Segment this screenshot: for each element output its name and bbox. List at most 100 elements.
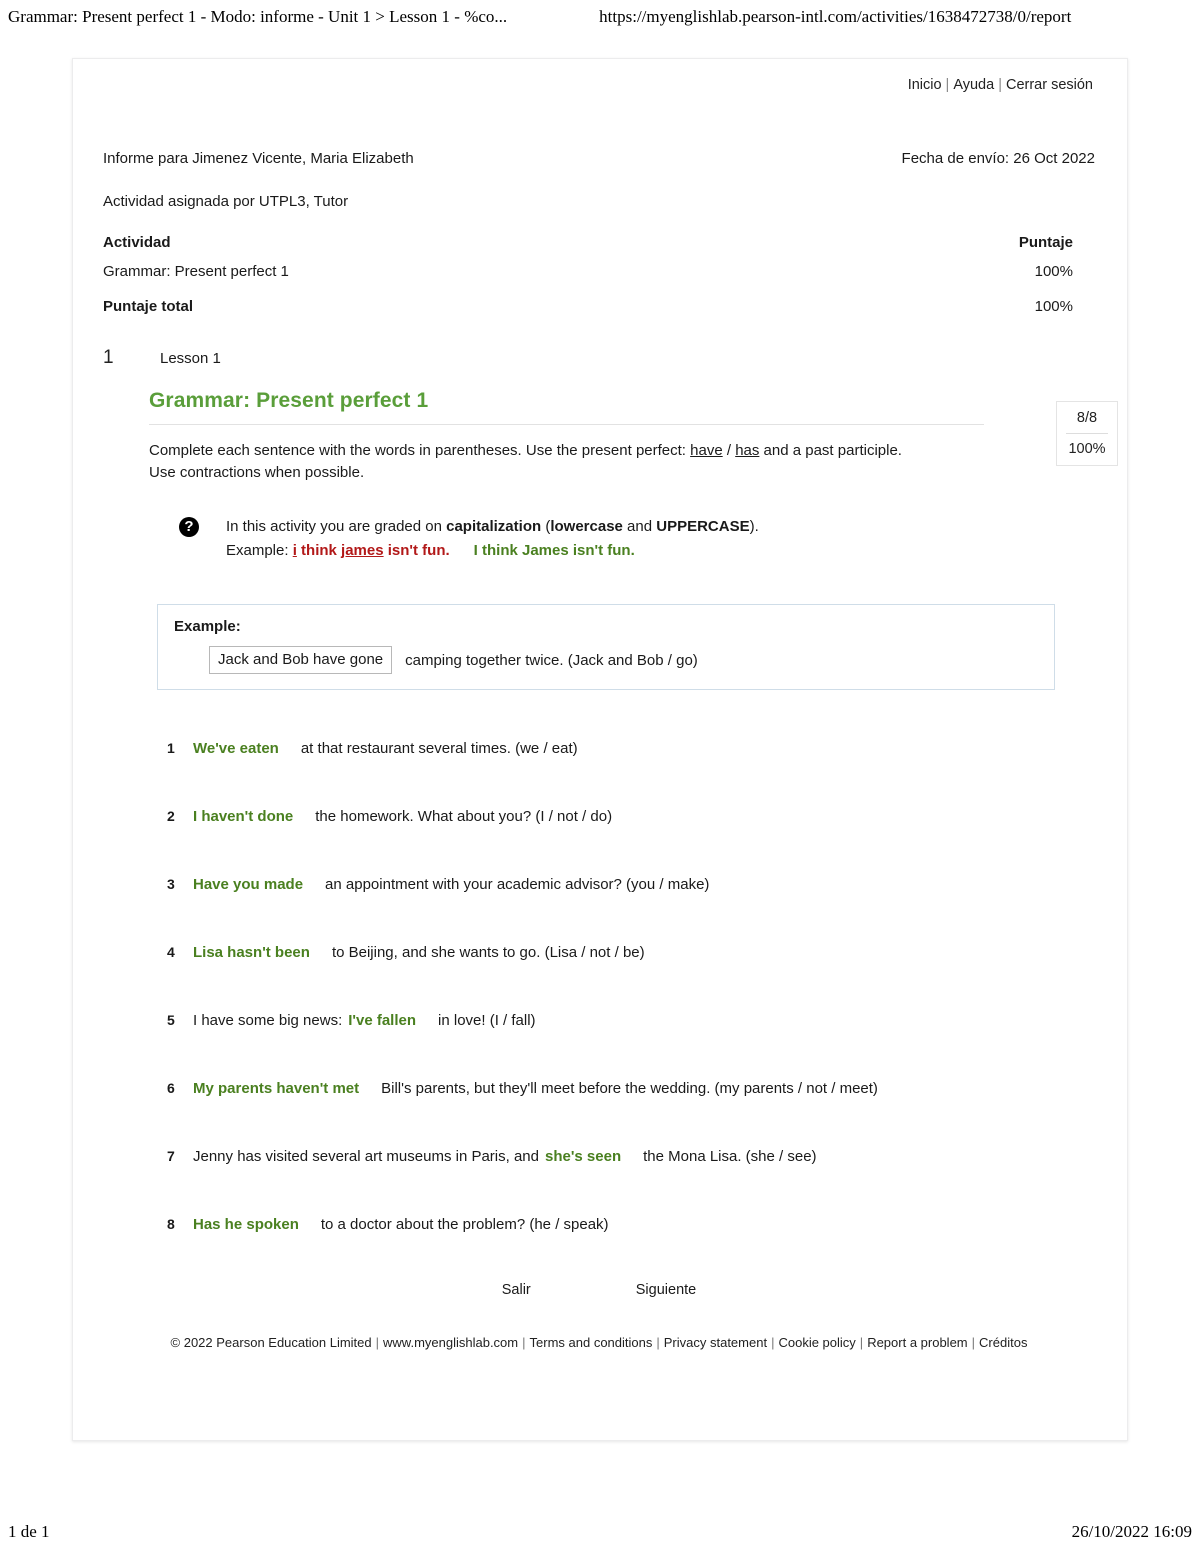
footer-link-website[interactable]: www.myenglishlab.com xyxy=(383,1335,518,1350)
nav-separator-2: | xyxy=(998,77,1002,93)
footer-link-privacy[interactable]: Privacy statement xyxy=(664,1335,767,1350)
total-score-label: Puntaje total xyxy=(103,297,194,315)
exit-button[interactable]: Salir xyxy=(502,1282,531,1298)
answer-item-2: 2 I haven't done the homework. What about… xyxy=(167,806,1095,827)
note-example-wrong: i think james isn't fun. xyxy=(293,542,450,559)
answer-item-answer: she's seen xyxy=(545,1148,622,1166)
answer-item-answer: We've eaten xyxy=(193,740,279,758)
report-content: Inicio | Ayuda | Cerrar sesión Informe para … xyxy=(73,59,1127,1353)
column-header-activity: Actividad xyxy=(103,233,171,251)
lesson-heading: 1 Lesson 1 xyxy=(103,347,1095,369)
score-table-header: Actividad Puntaje xyxy=(103,234,1095,251)
answer-item-number: 1 xyxy=(167,740,175,757)
answer-item-text: Have you made an appointment with your ac… xyxy=(193,874,1095,895)
answer-item-number: 5 xyxy=(167,1012,175,1029)
score-table-total-row: Puntaje total 100% xyxy=(103,298,1095,315)
activity-score-box: 8/8 100% xyxy=(1056,400,1118,466)
instructions-have: have xyxy=(690,441,723,459)
lesson-label: Lesson 1 xyxy=(160,349,221,367)
answer-item-suffix: to Beijing, and she wants to go. (Lisa /… xyxy=(331,944,645,962)
site-footer: © 2022 Pearson Education Limited | www.mye… xyxy=(103,1334,1095,1352)
print-footer-page: 1 de 1 xyxy=(8,1522,50,1541)
answer-item-number: 2 xyxy=(167,808,175,825)
next-button[interactable]: Siguiente xyxy=(636,1282,696,1298)
question-mark-icon: ? xyxy=(179,516,199,537)
note-wrong-rest: isn't fun. xyxy=(383,542,450,560)
footer-link-creditos[interactable]: Créditos xyxy=(979,1335,1027,1350)
report-assigned-row: Actividad asignada por UTPL3, Tutor xyxy=(103,190,1095,213)
note-example-label: Example: xyxy=(226,542,293,560)
answer-items-list: 1 We've eaten at that restaurant several … xyxy=(167,738,1095,1235)
top-navigation: Inicio | Ayuda | Cerrar sesión xyxy=(103,77,1095,94)
answer-item-number: 3 xyxy=(167,876,175,893)
nav-link-inicio[interactable]: Inicio xyxy=(908,77,942,93)
answer-item-number: 7 xyxy=(167,1148,175,1165)
footer-link-cookie[interactable]: Cookie policy xyxy=(778,1335,855,1350)
note-text-2: ( xyxy=(541,517,551,535)
report-submitted-date: Fecha de envío: 26 Oct 2022 xyxy=(901,150,1095,168)
answer-item-text: Lisa hasn't been to Beijing, and she want… xyxy=(193,942,1095,963)
note-text-1: In this activity you are graded on xyxy=(226,517,447,535)
footer-separator-3: | xyxy=(656,1335,660,1351)
footer-link-report-problem[interactable]: Report a problem xyxy=(867,1335,967,1350)
note-text-3: and xyxy=(622,517,657,535)
print-footer: 1 de 1 26/10/2022 16:09 xyxy=(0,1519,1200,1545)
footer-link-terms[interactable]: Terms and conditions xyxy=(530,1335,653,1350)
score-row-activity-name: Grammar: Present perfect 1 xyxy=(103,262,289,280)
note-line-1: In this activity you are graded on capit… xyxy=(226,515,759,539)
answer-item-number: 6 xyxy=(167,1080,175,1097)
answer-item-number: 8 xyxy=(167,1216,175,1233)
note-wrong-think: think xyxy=(296,542,342,560)
answer-item-6: 6 My parents haven't met Bill's parents, … xyxy=(167,1078,1095,1099)
note-bold-lowercase: lowercase xyxy=(550,517,623,535)
note-line-2: Example: i think james isn't fun. I think… xyxy=(226,539,759,563)
activity-navigation: Salir Siguiente xyxy=(103,1282,1095,1298)
answer-item-5: 5 I have some big news: I've fallen in lov… xyxy=(167,1010,1095,1031)
answer-item-answer: I've fallen xyxy=(348,1012,417,1030)
print-header-title: Grammar: Present perfect 1 - Modo: infor… xyxy=(8,7,508,26)
answer-item-answer: My parents haven't met xyxy=(193,1080,360,1098)
answer-item-4: 4 Lisa hasn't been to Beijing, and she wa… xyxy=(167,942,1095,963)
answer-item-prefix: Jenny has visited several art museums in… xyxy=(193,1148,539,1166)
note-bold-uppercase: UPPERCASE xyxy=(656,517,750,535)
footer-separator-4: | xyxy=(771,1335,775,1351)
capitalization-note: ? In this activity you are graded on cap… xyxy=(179,515,1095,564)
example-sentence: Jack and Bob have gone camping together … xyxy=(209,646,1038,675)
nav-link-cerrar-sesion[interactable]: Cerrar sesión xyxy=(1006,77,1093,93)
report-student-row: Informe para Jimenez Vicente, Maria Eliz… xyxy=(103,147,1095,170)
note-wrong-james: james xyxy=(341,542,384,560)
answer-item-3: 3 Have you made an appointment with your … xyxy=(167,874,1095,895)
answer-item-suffix: Bill's parents, but they'll meet before … xyxy=(381,1080,878,1098)
example-answer-input[interactable]: Jack and Bob have gone xyxy=(209,646,393,675)
footer-separator-1: | xyxy=(375,1335,380,1351)
answer-item-answer: Lisa hasn't been xyxy=(193,944,310,962)
answer-item-suffix: in love! (I / fall) xyxy=(438,1012,536,1030)
answer-item-text: Has he spoken to a doctor about the probl… xyxy=(193,1214,1095,1235)
nav-link-ayuda[interactable]: Ayuda xyxy=(953,77,994,93)
answer-item-suffix: the homework. What about you? (I / not /… xyxy=(315,808,613,826)
total-score-value: 100% xyxy=(1034,297,1073,315)
activity-divider xyxy=(149,423,984,425)
column-header-score: Puntaje xyxy=(1018,233,1073,251)
report-student-name: Informe para Jimenez Vicente, Maria Eliz… xyxy=(103,150,414,168)
capitalization-note-body: In this activity you are graded on capit… xyxy=(226,515,759,564)
answer-item-text: Jenny has visited several art museums in… xyxy=(193,1146,1095,1167)
note-text-4: ). xyxy=(749,517,759,535)
activity-block: Grammar: Present perfect 1 8/8 100% Comp… xyxy=(149,388,1118,1236)
activity-title: Grammar: Present perfect 1 xyxy=(149,388,429,412)
activity-instructions: Complete each sentence with the words in… xyxy=(149,440,909,485)
print-header-url: https://myenglishlab.pearson-intl.com/ac… xyxy=(599,7,1072,26)
example-sentence-text: camping together twice. (Jack and Bob / … xyxy=(405,651,698,669)
instructions-has: has xyxy=(735,441,760,459)
answer-item-8: 8 Has he spoken to a doctor about the pro… xyxy=(167,1214,1095,1235)
example-box: Example: Jack and Bob have gone camping … xyxy=(157,604,1055,691)
nav-separator-1: | xyxy=(945,77,950,93)
answer-item-answer: Has he spoken xyxy=(193,1216,299,1234)
report-page-card: Inicio | Ayuda | Cerrar sesión Informe para … xyxy=(72,58,1128,1441)
footer-separator-6: | xyxy=(971,1335,976,1351)
answer-item-suffix: at that restaurant several times. (we / … xyxy=(300,740,578,758)
footer-separator-2: | xyxy=(522,1335,526,1351)
instructions-part-1: Complete each sentence with the words in… xyxy=(149,441,691,459)
footer-copyright: © 2022 Pearson Education Limited xyxy=(170,1335,372,1351)
answer-item-text: I have some big news: I've fallen in love!… xyxy=(193,1010,1095,1031)
